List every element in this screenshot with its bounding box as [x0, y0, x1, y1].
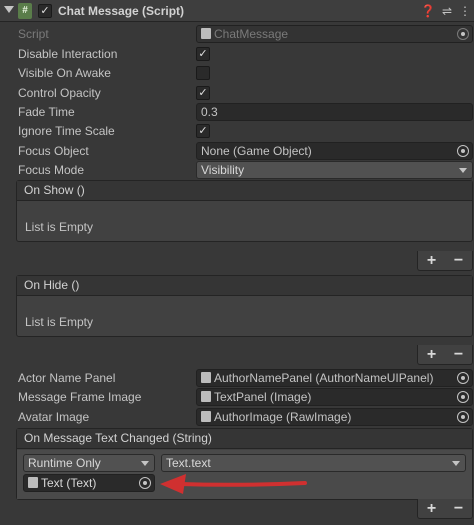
- function-dropdown[interactable]: Text.text: [161, 454, 466, 472]
- avatar-image-label: Avatar Image: [18, 410, 90, 424]
- control-opacity-checkbox[interactable]: ✓: [196, 86, 210, 100]
- ignore-time-scale-label: Ignore Time Scale: [18, 124, 115, 138]
- script-file-icon: [201, 372, 211, 383]
- chevron-down-icon: [141, 461, 149, 466]
- focus-mode-row: Focus Mode Visibility: [0, 160, 474, 180]
- visible-on-awake-row: Visible On Awake: [0, 63, 474, 83]
- text-component-icon: [28, 477, 38, 488]
- runtime-dropdown[interactable]: Runtime Only: [23, 454, 155, 472]
- preset-icon[interactable]: ⇌: [439, 3, 455, 19]
- disable-interaction-checkbox[interactable]: ✓: [196, 47, 210, 61]
- focus-object-label: Focus Object: [18, 144, 89, 158]
- add-button[interactable]: +: [427, 500, 436, 518]
- message-frame-image-value: TextPanel (Image): [214, 390, 312, 404]
- message-frame-image-label: Message Frame Image: [18, 390, 142, 404]
- focus-mode-value: Visibility: [201, 163, 245, 177]
- on-message-text-changed-title: On Message Text Changed (String): [17, 429, 472, 449]
- avatar-image-value: AuthorImage (RawImage): [214, 410, 352, 424]
- more-icon[interactable]: ⋮: [457, 3, 473, 19]
- runtime-value: Runtime Only: [28, 456, 101, 470]
- script-row: Script ChatMessage: [0, 24, 474, 44]
- focus-object-field[interactable]: None (Game Object): [196, 142, 473, 160]
- focus-object-value: None (Game Object): [201, 144, 312, 158]
- remove-button[interactable]: −: [454, 346, 463, 364]
- foldout-arrow-icon[interactable]: [4, 6, 14, 13]
- object-picker-icon[interactable]: [457, 391, 469, 403]
- control-opacity-label: Control Opacity: [18, 86, 101, 100]
- on-show-empty-text: List is Empty: [25, 220, 94, 234]
- add-button[interactable]: +: [427, 346, 436, 364]
- actor-name-panel-row: Actor Name Panel AuthorNamePanel (Author…: [0, 368, 474, 388]
- ignore-time-scale-row: Ignore Time Scale ✓: [0, 121, 474, 141]
- function-value: Text.text: [166, 456, 211, 470]
- actor-name-panel-value: AuthorNamePanel (AuthorNameUIPanel): [214, 371, 434, 385]
- component-title: Chat Message (Script): [58, 4, 185, 18]
- on-hide-title: On Hide (): [17, 276, 472, 296]
- chevron-down-icon: [452, 461, 460, 466]
- focus-object-row: Focus Object None (Game Object): [0, 141, 474, 161]
- focus-mode-dropdown[interactable]: Visibility: [196, 161, 473, 179]
- message-frame-image-row: Message Frame Image TextPanel (Image): [0, 387, 474, 407]
- on-show-title: On Show (): [17, 181, 472, 201]
- control-opacity-row: Control Opacity ✓: [0, 83, 474, 103]
- chevron-down-icon: [459, 168, 467, 173]
- object-picker-icon[interactable]: [139, 477, 151, 489]
- ignore-time-scale-checkbox[interactable]: ✓: [196, 124, 210, 138]
- on-message-text-changed-list-controls: + −: [417, 499, 473, 519]
- help-icon[interactable]: ❓: [420, 3, 436, 19]
- target-object-value: Text (Text): [41, 476, 97, 490]
- fade-time-row: Fade Time 0.3: [0, 102, 474, 122]
- component-enabled-checkbox[interactable]: ✓: [38, 4, 52, 18]
- focus-mode-label: Focus Mode: [18, 163, 85, 177]
- message-frame-image-field[interactable]: TextPanel (Image): [196, 388, 473, 406]
- actor-name-panel-label: Actor Name Panel: [18, 371, 116, 385]
- remove-button[interactable]: −: [454, 500, 463, 518]
- script-label: Script: [18, 27, 49, 41]
- object-picker-icon: [457, 28, 469, 40]
- disable-interaction-label: Disable Interaction: [18, 47, 118, 61]
- avatar-image-row: Avatar Image AuthorImage (RawImage): [0, 407, 474, 427]
- remove-button[interactable]: −: [454, 252, 463, 270]
- fade-time-label: Fade Time: [18, 105, 75, 119]
- add-button[interactable]: +: [427, 252, 436, 270]
- avatar-image-field[interactable]: AuthorImage (RawImage): [196, 408, 473, 426]
- component-header[interactable]: # ✓ Chat Message (Script) ❓ ⇌ ⋮: [0, 0, 474, 22]
- raw-image-icon: [201, 411, 211, 422]
- script-icon: #: [18, 3, 32, 19]
- on-message-text-changed-event: On Message Text Changed (String) Runtime…: [16, 428, 473, 500]
- object-picker-icon[interactable]: [457, 372, 469, 384]
- object-picker-icon[interactable]: [457, 411, 469, 423]
- visible-on-awake-checkbox[interactable]: [196, 66, 210, 80]
- target-object-field[interactable]: Text (Text): [23, 474, 155, 492]
- fade-time-input[interactable]: 0.3: [196, 103, 473, 121]
- on-show-list-controls: + −: [417, 251, 473, 271]
- visible-on-awake-label: Visible On Awake: [18, 66, 111, 80]
- on-hide-event: On Hide () List is Empty: [16, 275, 473, 337]
- script-value: ChatMessage: [214, 27, 289, 41]
- disable-interaction-row: Disable Interaction ✓: [0, 44, 474, 64]
- script-file-icon: [201, 28, 211, 39]
- image-icon: [201, 391, 211, 402]
- script-field: ChatMessage: [196, 25, 473, 43]
- object-picker-icon[interactable]: [457, 145, 469, 157]
- on-hide-empty-text: List is Empty: [25, 315, 94, 329]
- on-hide-list-controls: + −: [417, 345, 473, 365]
- on-show-event: On Show () List is Empty: [16, 180, 473, 242]
- actor-name-panel-field[interactable]: AuthorNamePanel (AuthorNameUIPanel): [196, 369, 473, 387]
